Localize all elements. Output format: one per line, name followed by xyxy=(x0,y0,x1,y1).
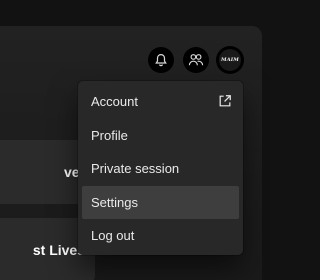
menu-item-label: Profile xyxy=(91,127,128,143)
friend-activity-button[interactable] xyxy=(183,47,209,73)
menu-item-account[interactable]: Account xyxy=(82,85,239,119)
menu-item-log-out[interactable]: Log out xyxy=(82,219,239,253)
menu-item-profile[interactable]: Profile xyxy=(82,119,239,153)
menu-item-label: Log out xyxy=(91,228,135,244)
friends-activity-icon xyxy=(188,54,204,66)
menu-item-label: Settings xyxy=(91,194,138,210)
menu-item-label: Private session xyxy=(91,161,180,177)
menu-item-private-session[interactable]: Private session xyxy=(82,152,239,186)
avatar: MAIM xyxy=(219,49,241,71)
menu-item-label: Account xyxy=(91,94,138,110)
window-edge xyxy=(262,0,270,280)
menu-item-settings[interactable]: Settings xyxy=(82,185,239,219)
user-avatar-button[interactable]: MAIM xyxy=(216,46,244,74)
account-dropdown-menu: Account Profile Private session Settings… xyxy=(78,81,243,255)
external-link-icon xyxy=(219,95,231,107)
app-window: ver st Lives MAIM Account Profile Privat… xyxy=(0,0,270,280)
notifications-button[interactable] xyxy=(148,47,174,73)
avatar-logo-text: MAIM xyxy=(220,57,240,63)
bell-icon xyxy=(155,53,167,67)
